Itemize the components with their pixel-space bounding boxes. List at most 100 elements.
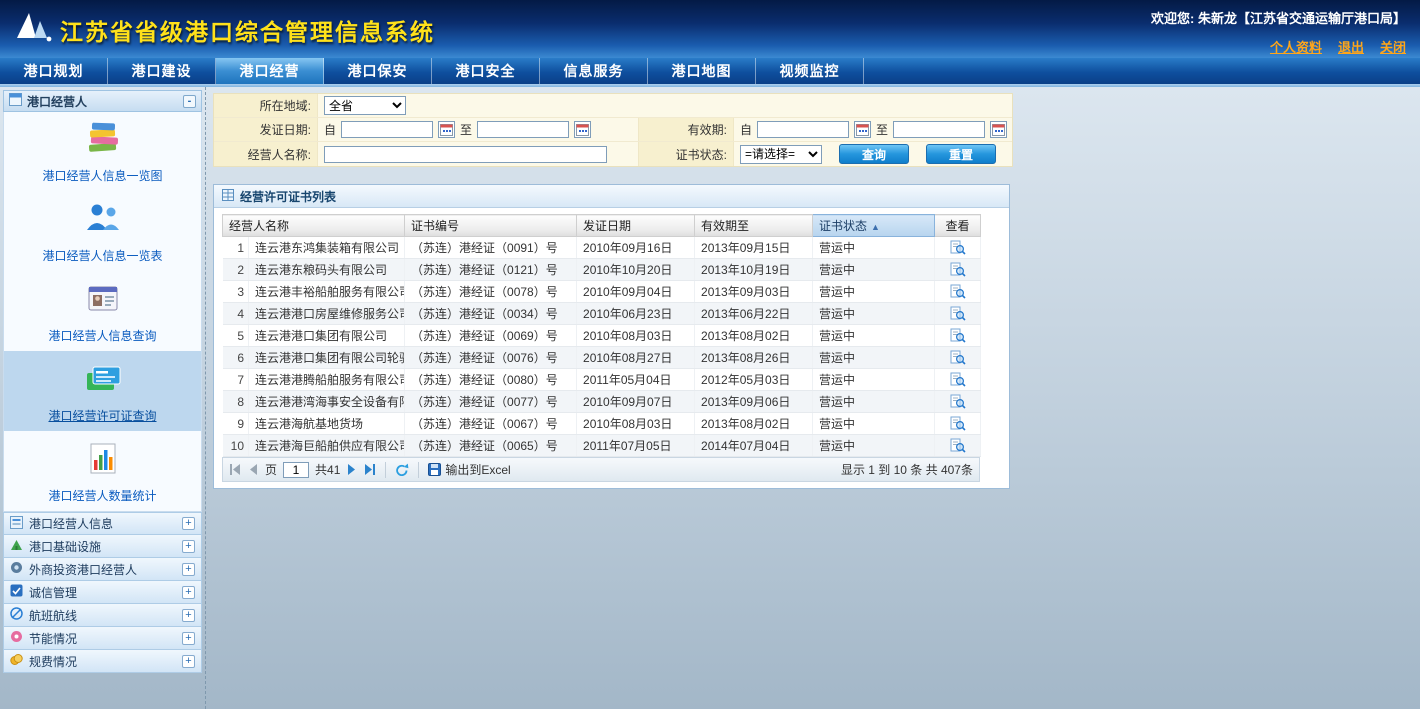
issue-date-cell: 2010年09月04日	[577, 281, 695, 303]
reset-button[interactable]: 重置	[926, 144, 996, 164]
column-header-1[interactable]: 经营人名称	[223, 215, 405, 237]
table-row[interactable]: 6连云港港口集团有限公司轮驳...（苏连）港经证（0076）号2010年08月2…	[223, 347, 981, 369]
panel-window-icon	[9, 93, 22, 109]
sidebar-item-3[interactable]: 港口经营人信息查询	[4, 272, 201, 352]
issue-date-from-input[interactable]	[341, 121, 433, 138]
nav-tab-2[interactable]: 港口建设	[108, 58, 216, 84]
table-row[interactable]: 10连云港海巨船舶供应有限公司（苏连）港经证（0065）号2011年07月05日…	[223, 435, 981, 457]
nav-tab-4[interactable]: 港口保安	[324, 58, 432, 84]
refresh-button[interactable]	[395, 463, 409, 476]
header-link-1[interactable]: 个人资料	[1270, 37, 1322, 56]
valid-until-cell: 2012年05月03日	[695, 369, 813, 391]
issue-date-to-input[interactable]	[477, 121, 569, 138]
pagination-summary: 显示 1 到 10 条 共 407条	[841, 461, 973, 478]
sidebar-section-5[interactable]: 航班航线 +	[3, 604, 202, 627]
column-header-4[interactable]: 有效期至	[695, 215, 813, 237]
table-row[interactable]: 4连云港港口房屋维修服务公司（苏连）港经证（0034）号2010年06月23日2…	[223, 303, 981, 325]
view-record-button[interactable]	[950, 284, 966, 299]
prev-page-button[interactable]	[248, 464, 259, 475]
view-record-button[interactable]	[950, 240, 966, 255]
route-icon	[10, 607, 23, 623]
view-record-button[interactable]	[950, 262, 966, 277]
sidebar-items: 港口经营人信息一览图港口经营人信息一览表港口经营人信息查询港口经营许可证查询港口…	[3, 112, 202, 512]
sidebar-item-2[interactable]: 港口经营人信息一览表	[4, 192, 201, 272]
sidebar-item-5[interactable]: 港口经营人数量统计	[4, 431, 201, 511]
issue-date-cell: 2010年08月03日	[577, 325, 695, 347]
operator-name-input[interactable]	[324, 146, 607, 163]
view-record-button[interactable]	[950, 372, 966, 387]
table-row[interactable]: 1连云港东鸿集装箱有限公司（苏连）港经证（0091）号2010年09月16日20…	[223, 237, 981, 259]
expand-section-button[interactable]: +	[182, 517, 195, 530]
nav-tab-8[interactable]: 视频监控	[756, 58, 864, 84]
table-row[interactable]: 2连云港东粮码头有限公司（苏连）港经证（0121）号2010年10月20日201…	[223, 259, 981, 281]
first-page-button[interactable]	[229, 464, 242, 475]
sidebar-section-6[interactable]: 节能情况 +	[3, 627, 202, 650]
view-record-button[interactable]	[950, 306, 966, 321]
calendar-icon[interactable]	[574, 121, 591, 138]
cert-status-select[interactable]: =请选择=	[740, 145, 822, 164]
operator-name-cell: 连云港港口集团有限公司	[249, 325, 405, 347]
operator-name-label: 经营人名称:	[214, 142, 318, 166]
app-window: 江苏省省级港口综合管理信息系统 欢迎您: 朱新龙【江苏省交通运输厅港口局】 个人…	[0, 0, 1420, 709]
sidebar-section-1[interactable]: 港口经营人信息+	[3, 512, 202, 535]
export-excel-button[interactable]: 输出到Excel	[428, 461, 510, 478]
nav-tab-6[interactable]: 信息服务	[540, 58, 648, 84]
row-number-cell: 10	[223, 435, 249, 457]
expand-section-button[interactable]: +	[182, 632, 195, 645]
header-link-2[interactable]: 退出	[1338, 37, 1364, 56]
expand-section-button[interactable]: +	[182, 609, 195, 622]
expand-section-button[interactable]: +	[182, 563, 195, 576]
table-row[interactable]: 5连云港港口集团有限公司（苏连）港经证（0069）号2010年08月03日201…	[223, 325, 981, 347]
query-button[interactable]: 查询	[839, 144, 909, 164]
content-area: 港口经营人 - 港口经营人信息一览图港口经营人信息一览表港口经营人信息查询港口经…	[0, 87, 1420, 709]
last-page-button[interactable]	[363, 464, 376, 475]
issue-date-cell: 2010年10月20日	[577, 259, 695, 281]
calendar-icon[interactable]	[854, 121, 871, 138]
table-row[interactable]: 8连云港港湾海事安全设备有限...（苏连）港经证（0077）号2010年09月0…	[223, 391, 981, 413]
view-record-button[interactable]	[950, 394, 966, 409]
collapse-panel-button[interactable]: -	[183, 95, 196, 108]
view-record-button[interactable]	[950, 438, 966, 453]
sidebar-section-2[interactable]: 港口基础设施+	[3, 535, 202, 558]
cert-table-body: 1连云港东鸿集装箱有限公司（苏连）港经证（0091）号2010年09月16日20…	[223, 237, 981, 457]
column-header-5[interactable]: 证书状态▲	[813, 215, 935, 237]
header-link-3[interactable]: 关闭	[1380, 37, 1406, 56]
table-row[interactable]: 9连云港海航基地货场（苏连）港经证（0067）号2010年08月03日2013年…	[223, 413, 981, 435]
nav-tab-5[interactable]: 港口安全	[432, 58, 540, 84]
column-header-3[interactable]: 发证日期	[577, 215, 695, 237]
sidebar-item-4[interactable]: 港口经营许可证查询	[4, 351, 201, 431]
sidebar-section-3[interactable]: 外商投资港口经营人+	[3, 558, 202, 581]
table-row[interactable]: 3连云港丰裕船舶服务有限公司（苏连）港经证（0078）号2010年09月04日2…	[223, 281, 981, 303]
region-select[interactable]: 全省	[324, 96, 406, 115]
sidebar-section-label: 节能情况	[29, 630, 77, 647]
column-header-6[interactable]: 查看	[935, 215, 981, 237]
sidebar-section-7[interactable]: 规费情况+	[3, 650, 202, 673]
validity-to-input[interactable]	[893, 121, 985, 138]
nav-tab-3[interactable]: 港口经营	[216, 58, 324, 84]
sidebar-section-4[interactable]: 诚信管理+	[3, 581, 202, 604]
sidebar-item-1[interactable]: 港口经营人信息一览图	[4, 112, 201, 192]
expand-section-button[interactable]: +	[182, 540, 195, 553]
calendar-icon[interactable]	[990, 121, 1007, 138]
column-header-2[interactable]: 证书编号	[405, 215, 577, 237]
nav-tab-7[interactable]: 港口地图	[648, 58, 756, 84]
issue-date-cell: 2010年08月03日	[577, 413, 695, 435]
page-number-input[interactable]	[283, 462, 309, 478]
next-page-button[interactable]	[346, 464, 357, 475]
row-number-cell: 8	[223, 391, 249, 413]
expand-section-button[interactable]: +	[182, 655, 195, 668]
valid-until-cell: 2013年09月03日	[695, 281, 813, 303]
validity-from-input[interactable]	[757, 121, 849, 138]
expand-section-button[interactable]: +	[182, 586, 195, 599]
operator-name-cell: 连云港港口集团有限公司轮驳...	[249, 347, 405, 369]
view-cell	[935, 259, 981, 281]
view-record-button[interactable]	[950, 350, 966, 365]
nav-tab-1[interactable]: 港口规划	[0, 58, 108, 84]
view-record-button[interactable]	[950, 416, 966, 431]
sidebar-section-label: 航班航线	[29, 607, 77, 624]
welcome-text: 欢迎您: 朱新龙【江苏省交通运输厅港口局】	[1151, 8, 1406, 27]
view-record-button[interactable]	[950, 328, 966, 343]
sidebar-panel-header[interactable]: 港口经营人 -	[3, 90, 202, 112]
table-row[interactable]: 7连云港港腾船舶服务有限公司（苏连）港经证（0080）号2011年05月04日2…	[223, 369, 981, 391]
calendar-icon[interactable]	[438, 121, 455, 138]
